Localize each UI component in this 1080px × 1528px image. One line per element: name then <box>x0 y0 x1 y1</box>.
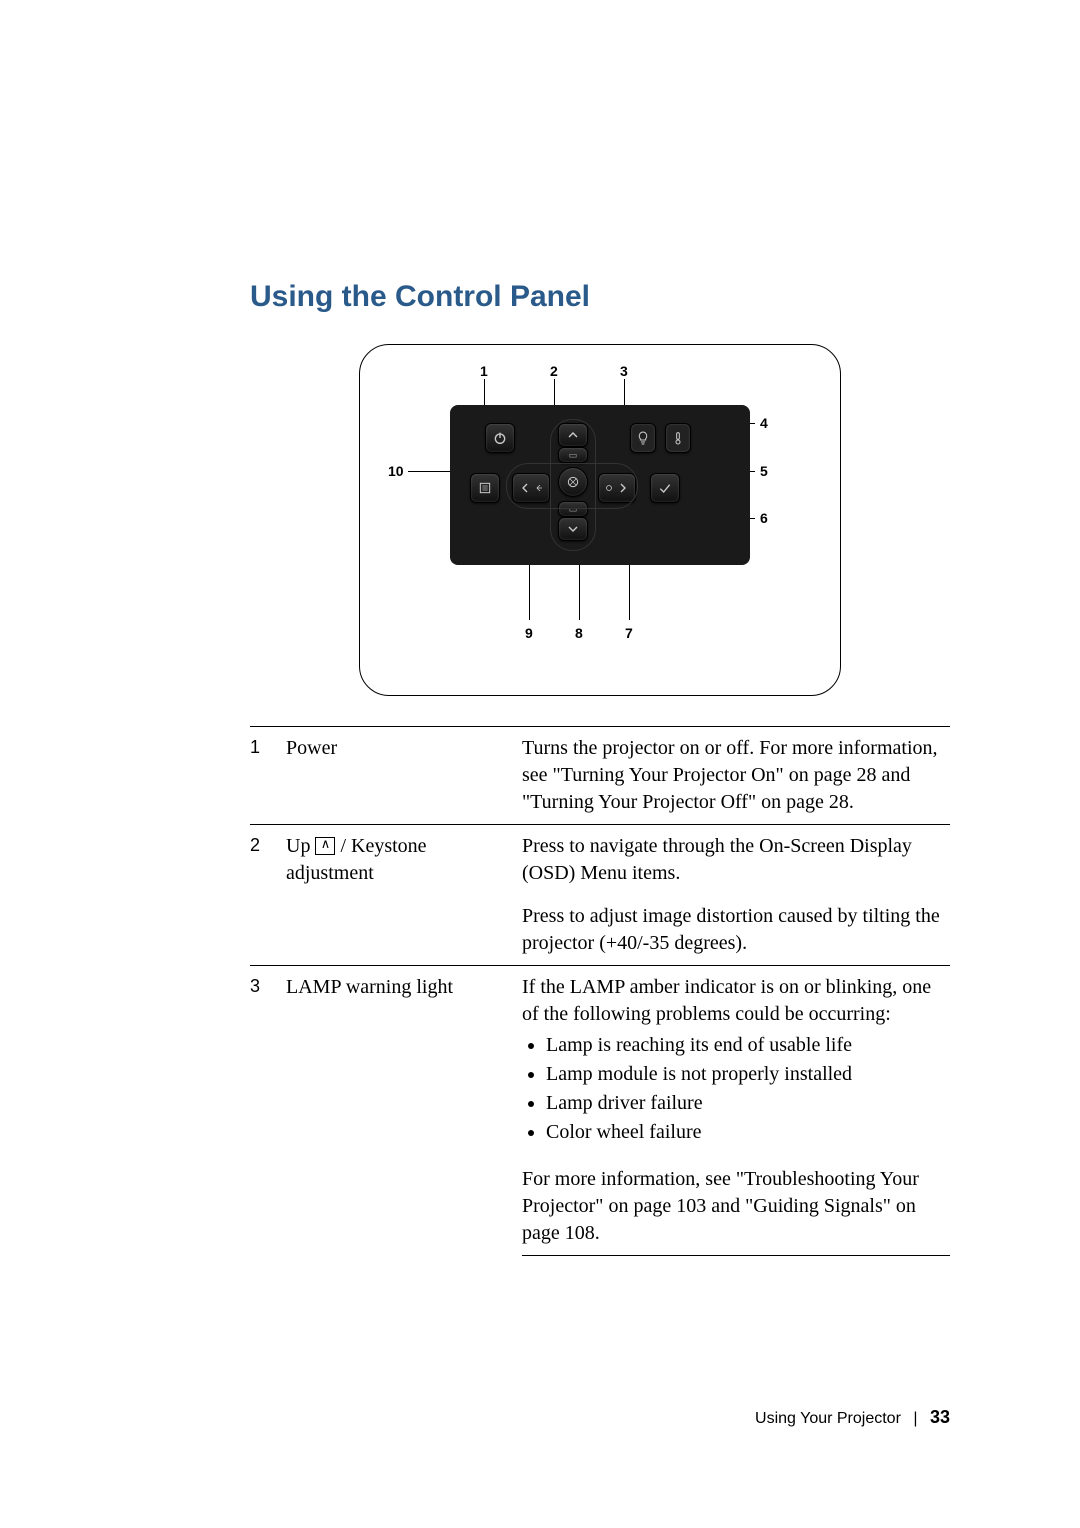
menu-icon <box>477 480 493 496</box>
list-item: Lamp driver failure <box>546 1090 944 1117</box>
left-button[interactable] <box>512 473 550 503</box>
list-item: Lamp is reaching its end of usable life <box>546 1032 944 1059</box>
callout-4: 4 <box>760 415 768 431</box>
footer-separator: | <box>913 1410 917 1427</box>
confirm-button[interactable] <box>650 473 680 503</box>
temp-warning-light <box>665 423 691 453</box>
table-row-desc: Turns the projector on or off. For more … <box>522 727 950 825</box>
lamp-warning-light <box>630 423 656 453</box>
up-keystone-button[interactable] <box>558 423 588 447</box>
menu-button[interactable] <box>470 473 500 503</box>
keystone-top-indicator: ▭ <box>558 447 588 463</box>
callout-10: 10 <box>388 463 404 479</box>
callout-7: 7 <box>625 625 633 641</box>
up-arrow-box-icon: ∧ <box>315 837 335 855</box>
list-item: Color wheel failure <box>546 1119 944 1146</box>
control-panel: ▭ <box>450 405 750 565</box>
table-row-label: Up ∧ / Keystone adjustment <box>286 825 522 966</box>
problem-list: Lamp is reaching its end of usable life … <box>522 1032 944 1146</box>
control-panel-diagram: 1 2 3 4 5 6 10 9 8 7 ▭ <box>359 344 841 696</box>
page-number: 33 <box>930 1407 950 1427</box>
chevron-down-icon <box>565 521 581 537</box>
table-row-num: 3 <box>250 966 286 1256</box>
keystone-bottom-indicator: ▭ <box>558 501 588 517</box>
table-row-num: 1 <box>250 727 286 825</box>
table-row-desc: Press to navigate through the On-Screen … <box>522 825 950 896</box>
section-heading: Using the Control Panel <box>250 280 950 314</box>
footer-text: Using Your Projector <box>755 1410 901 1427</box>
table-row-desc: If the LAMP amber indicator is on or bli… <box>522 966 950 1159</box>
table-row-label: Power <box>286 727 522 825</box>
page-footer: Using Your Projector | 33 <box>755 1407 950 1428</box>
table-row-desc: Press to adjust image distortion caused … <box>522 895 950 966</box>
chevron-up-icon <box>565 427 581 443</box>
bulb-icon <box>635 430 651 446</box>
callout-1: 1 <box>480 363 488 379</box>
callout-3: 3 <box>620 363 628 379</box>
callout-6: 6 <box>760 510 768 526</box>
power-icon <box>492 430 508 446</box>
right-button[interactable] <box>598 473 636 503</box>
chevron-right-icon <box>615 480 631 496</box>
power-button[interactable] <box>485 423 515 453</box>
thermometer-icon <box>670 430 686 446</box>
label-text: Up <box>286 835 315 857</box>
return-icon <box>533 482 545 494</box>
enter-icon <box>565 474 581 490</box>
control-table: 1 Power Turns the projector on or off. F… <box>250 726 950 1256</box>
auto-adjust-icon <box>603 482 615 494</box>
list-item: Lamp module is not properly installed <box>546 1061 944 1088</box>
callout-5: 5 <box>760 463 768 479</box>
table-row-label: LAMP warning light <box>286 966 522 1256</box>
callout-9: 9 <box>525 625 533 641</box>
desc-intro: If the LAMP amber indicator is on or bli… <box>522 976 931 1025</box>
check-icon <box>657 480 673 496</box>
table-row-desc: For more information, see "Troubleshooti… <box>522 1158 950 1256</box>
down-button[interactable] <box>558 517 588 541</box>
enter-button[interactable] <box>558 467 588 497</box>
callout-2: 2 <box>550 363 558 379</box>
callout-8: 8 <box>575 625 583 641</box>
chevron-left-icon <box>517 480 533 496</box>
table-row-num: 2 <box>250 825 286 966</box>
